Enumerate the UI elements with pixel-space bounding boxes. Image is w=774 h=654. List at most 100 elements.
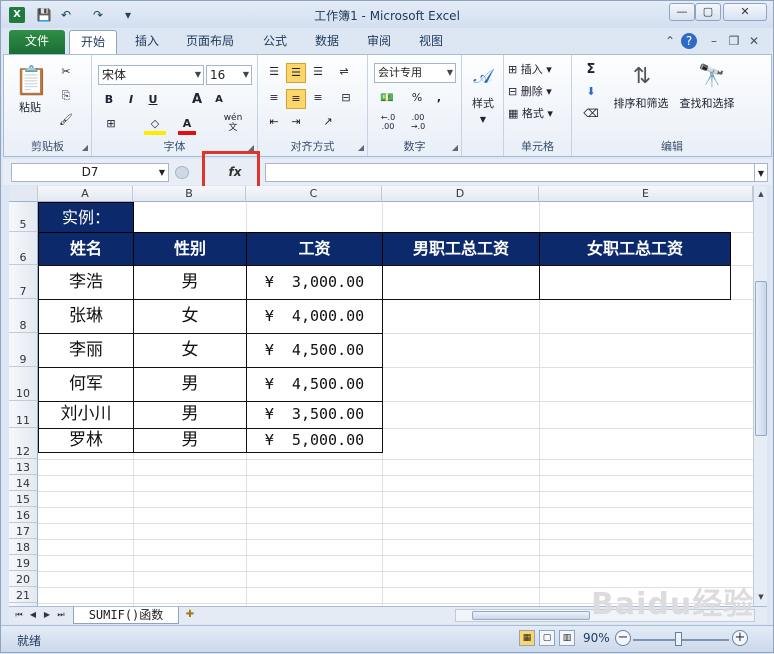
decrease-decimal-button[interactable]: .00 →.0 bbox=[404, 113, 432, 133]
table-cell-salary[interactable]: ¥ 4,000.00 bbox=[246, 299, 383, 333]
italic-button[interactable]: I bbox=[122, 91, 140, 111]
grow-font-button[interactable]: A bbox=[188, 91, 206, 111]
cut-icon[interactable]: ✂ bbox=[56, 63, 76, 83]
row-header[interactable]: 13 bbox=[9, 459, 38, 475]
wrap-text-icon[interactable]: ⇌ bbox=[334, 63, 354, 83]
table-cell-salary[interactable]: ¥ 4,500.00 bbox=[246, 367, 383, 401]
header-salary[interactable]: 工资 bbox=[246, 232, 383, 266]
column-header-a[interactable]: A bbox=[38, 186, 133, 202]
table-cell-name[interactable]: 张琳 bbox=[38, 299, 134, 333]
underline-button[interactable]: U bbox=[144, 91, 162, 111]
percent-button[interactable]: % bbox=[408, 89, 426, 109]
increase-decimal-button[interactable]: ←.0.00 bbox=[374, 113, 402, 133]
table-cell-gender[interactable]: 男 bbox=[133, 428, 247, 453]
page-layout-view-icon[interactable]: ▢ bbox=[539, 630, 555, 646]
sort-filter-button[interactable]: 排序和筛选 bbox=[608, 95, 674, 115]
row-header[interactable]: 8 bbox=[9, 299, 38, 333]
clipboard-launcher-icon[interactable]: ◢ bbox=[82, 143, 88, 152]
tab-review[interactable]: 审阅 bbox=[357, 30, 401, 54]
tab-file[interactable]: 文件 bbox=[9, 30, 65, 54]
table-cell-salary[interactable]: ¥ 3,000.00 bbox=[246, 265, 383, 299]
decrease-indent-icon[interactable]: ⇤ bbox=[264, 113, 284, 133]
table-cell-gender[interactable]: 女 bbox=[133, 299, 247, 333]
table-cell-salary[interactable]: ¥ 3,500.00 bbox=[246, 401, 383, 428]
zoom-out-icon[interactable]: − bbox=[615, 630, 631, 646]
phonetic-guide-button[interactable]: wén 文 bbox=[220, 113, 246, 133]
zoom-slider-knob[interactable] bbox=[675, 632, 682, 646]
align-right-icon[interactable]: ≡ bbox=[308, 89, 328, 109]
next-sheet-icon[interactable]: ▶ bbox=[41, 608, 53, 622]
collapse-ribbon-icon[interactable]: ⌃ bbox=[661, 33, 679, 49]
sheet-tab-sumif[interactable]: SUMIF()函数 bbox=[73, 607, 179, 624]
normal-view-icon[interactable]: ▦ bbox=[519, 630, 535, 646]
result-cell-d7[interactable] bbox=[382, 265, 540, 300]
row-header[interactable]: 5 bbox=[9, 202, 38, 232]
table-cell-name[interactable]: 李丽 bbox=[38, 333, 134, 367]
table-cell-gender[interactable]: 女 bbox=[133, 333, 247, 367]
last-sheet-icon[interactable]: ⏭ bbox=[55, 608, 67, 622]
align-left-icon[interactable]: ≡ bbox=[264, 89, 284, 109]
page-break-view-icon[interactable]: ▥ bbox=[559, 630, 575, 646]
header-male-total[interactable]: 男职工总工资 bbox=[382, 232, 540, 266]
workbook-restore-icon[interactable]: ❐ bbox=[725, 33, 743, 49]
copy-icon[interactable]: ⎘ bbox=[56, 87, 76, 107]
increase-indent-icon[interactable]: ⇥ bbox=[286, 113, 306, 133]
tab-view[interactable]: 视图 bbox=[409, 30, 453, 54]
column-header-e[interactable]: E bbox=[539, 186, 753, 202]
styles-icon[interactable]: 𝒜 bbox=[470, 61, 496, 91]
row-header[interactable]: 10 bbox=[9, 367, 38, 401]
row-header[interactable]: 14 bbox=[9, 475, 38, 491]
tab-home[interactable]: 开始 bbox=[69, 30, 117, 54]
row-header[interactable]: 6 bbox=[9, 232, 38, 265]
minimize-button[interactable]: — bbox=[669, 3, 695, 21]
workbook-close-icon[interactable]: ✕ bbox=[745, 33, 763, 49]
worksheet-grid[interactable]: A B C D E 5 6 7 8 9 10 11 12 13 14 15 16… bbox=[9, 186, 753, 606]
sort-filter-icon[interactable]: ⇅ bbox=[622, 59, 662, 95]
close-button[interactable]: ✕ bbox=[723, 3, 767, 21]
font-name-select[interactable]: 宋体 ▼ bbox=[98, 65, 204, 85]
row-header[interactable]: 16 bbox=[9, 507, 38, 523]
scroll-down-icon[interactable]: ▼ bbox=[755, 591, 767, 603]
autosum-button[interactable]: Σ bbox=[578, 61, 604, 81]
shrink-font-button[interactable]: A bbox=[210, 91, 228, 111]
row-header[interactable]: 15 bbox=[9, 491, 38, 507]
align-middle-icon[interactable]: ☰ bbox=[286, 63, 306, 83]
row-header[interactable]: 18 bbox=[9, 539, 38, 555]
delete-cells-button[interactable]: ⊟ 删除 ▾ bbox=[508, 83, 568, 103]
tab-data[interactable]: 数据 bbox=[305, 30, 349, 54]
tab-formulas[interactable]: 公式 bbox=[253, 30, 297, 54]
row-header[interactable]: 11 bbox=[9, 401, 38, 428]
row-header[interactable]: 9 bbox=[9, 333, 38, 367]
help-icon[interactable]: ? bbox=[681, 33, 697, 49]
format-cells-button[interactable]: ▦ 格式 ▾ bbox=[508, 105, 568, 125]
borders-icon[interactable]: ⊞ bbox=[100, 115, 122, 135]
header-gender[interactable]: 性别 bbox=[133, 232, 247, 266]
formula-input[interactable] bbox=[265, 163, 755, 182]
fill-icon[interactable]: ⬇ bbox=[578, 83, 604, 103]
header-name[interactable]: 姓名 bbox=[38, 232, 134, 266]
row-header[interactable]: 12 bbox=[9, 428, 38, 459]
table-cell-name[interactable]: 李浩 bbox=[38, 265, 134, 299]
table-cell-salary[interactable]: ¥ 4,500.00 bbox=[246, 333, 383, 367]
format-painter-icon[interactable]: 🖌 bbox=[56, 111, 76, 131]
zoom-level[interactable]: 90% bbox=[583, 631, 610, 645]
workbook-minimize-icon[interactable]: – bbox=[705, 33, 723, 49]
row-header[interactable]: 21 bbox=[9, 587, 38, 603]
align-top-icon[interactable]: ☰ bbox=[264, 63, 284, 83]
row-header[interactable]: 17 bbox=[9, 523, 38, 539]
font-size-select[interactable]: 16 ▼ bbox=[206, 65, 252, 85]
insert-sheet-icon[interactable]: ✚ bbox=[181, 608, 199, 622]
header-female-total[interactable]: 女职工总工资 bbox=[539, 232, 731, 266]
accounting-format-icon[interactable]: 💵 bbox=[376, 89, 398, 109]
table-cell-gender[interactable]: 男 bbox=[133, 367, 247, 401]
table-cell-gender[interactable]: 男 bbox=[133, 265, 247, 299]
scroll-up-icon[interactable]: ▲ bbox=[755, 188, 767, 200]
comma-style-button[interactable]: , bbox=[430, 89, 448, 109]
binoculars-icon[interactable]: 🔭 bbox=[692, 59, 732, 95]
row-header[interactable]: 20 bbox=[9, 571, 38, 587]
find-select-button[interactable]: 查找和选择 bbox=[674, 95, 740, 115]
font-color-button[interactable]: A bbox=[178, 115, 196, 135]
insert-cells-button[interactable]: ⊞ 插入 ▾ bbox=[508, 61, 568, 81]
alignment-launcher-icon[interactable]: ◢ bbox=[358, 143, 364, 152]
row-header[interactable]: 19 bbox=[9, 555, 38, 571]
